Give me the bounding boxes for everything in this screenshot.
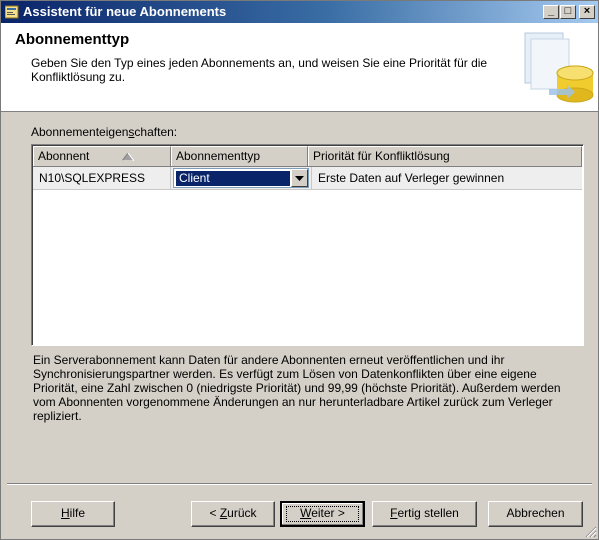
cancel-button[interactable]: Abbrechen (488, 501, 583, 527)
info-text: Ein Serverabonnement kann Daten für ande… (33, 353, 561, 423)
footer-divider (7, 483, 592, 485)
wizard-app-icon (4, 5, 19, 19)
minimize-button[interactable]: _ (543, 5, 559, 19)
subscription-type-value[interactable]: Client (176, 171, 290, 186)
page-title: Abonnementtyp (15, 31, 130, 48)
column-header-type[interactable]: Abonnementtyp (171, 146, 308, 166)
next-button[interactable]: Weiter > (280, 501, 365, 527)
dropdown-arrow-icon (295, 176, 304, 181)
subscription-properties-label: Abonnementeigenschaften: (31, 125, 178, 139)
finish-button[interactable]: Fertig stellen (372, 501, 477, 527)
database-header-graphic (519, 27, 595, 107)
priority-cell[interactable]: Erste Daten auf Verleger gewinnen (311, 167, 581, 189)
column-header-priority[interactable]: Priorität für Konfliktlösung (308, 146, 582, 166)
grid-header: Abonnent Abonnementtyp Priorität für Kon… (33, 146, 582, 167)
wizard-header: Abonnementtyp Geben Sie den Typ eines je… (1, 23, 598, 112)
help-button[interactable]: Hilfe (31, 501, 115, 527)
resize-grip-icon[interactable] (585, 526, 597, 538)
dropdown-button[interactable] (291, 169, 308, 187)
subscription-grid[interactable]: Abonnent Abonnementtyp Priorität für Kon… (31, 144, 584, 346)
focus-rectangle (286, 506, 359, 522)
back-button[interactable]: < Zurück (191, 501, 275, 527)
window-title: Assistent für neue Abonnements (23, 4, 227, 19)
sort-ascending-icon (122, 153, 134, 161)
subscription-type-combo[interactable]: Client (173, 168, 309, 188)
close-button[interactable]: × (579, 5, 595, 19)
title-bar[interactable]: Assistent für neue Abonnements _ □ × (1, 1, 598, 23)
page-description: Geben Sie den Typ eines jeden Abonnement… (31, 56, 488, 84)
maximize-button[interactable]: □ (560, 5, 576, 19)
column-header-subscriber[interactable]: Abonnent (33, 146, 171, 166)
subscriber-cell: N10\SQLEXPRESS (33, 167, 171, 189)
table-row[interactable]: N10\SQLEXPRESS Client Erste Daten auf Ve… (33, 167, 582, 190)
wizard-window: Assistent für neue Abonnements _ □ × Abo… (0, 0, 599, 540)
